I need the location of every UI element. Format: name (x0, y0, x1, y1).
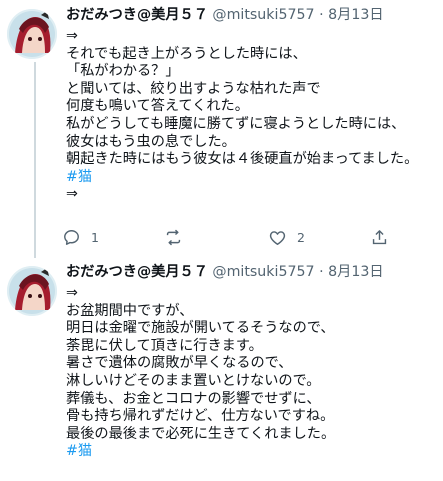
separator-dot: · (319, 7, 324, 23)
display-name[interactable]: おだみつき@美月５７ (66, 7, 208, 23)
tweet-text-line: それでも起き上がろうとした時には、 (66, 45, 307, 62)
tweet-text-line: ⇒ (66, 285, 78, 301)
tweet-date[interactable]: 8月13日 (328, 7, 383, 23)
avatar-image (7, 266, 57, 316)
tweet[interactable]: おだみつき@美月５７ @mitsuki5757 · 8月13日 ⇒ それでも起き… (0, 0, 443, 252)
reply-count: 1 (91, 229, 99, 245)
tweet-text-line: お盆期間中ですが、 (66, 302, 194, 319)
tweet-text-line: 「私がわかる？」 (66, 63, 180, 80)
reply-icon (64, 229, 79, 245)
retweet-icon (166, 229, 181, 245)
tweet-text: ⇒ それでも起き上がろうとした時には、 「私がわかる？」 と聞いては、絞り出すよ… (66, 28, 442, 204)
retweet-button[interactable] (164, 225, 193, 249)
avatar-image (7, 9, 57, 59)
tweet-text-line: 暑さで遺体の腐敗が早くなるので、 (66, 355, 293, 372)
tweet-text-line: 彼女はもう虫の息でした。 (66, 133, 236, 150)
tweet[interactable]: おだみつき@美月５７ @mitsuki5757 · 8月13日 ⇒ お盆期間中で… (0, 258, 443, 481)
tweet-text-line: 朝起きた時にはもう彼女は４後硬直が始まってました。 (66, 151, 419, 168)
tweet-text: ⇒ お盆期間中ですが、 明日は金曜で施設が開いてるそうなので、 荼毘に伏して頂き… (66, 285, 442, 461)
tweet-text-line: 何度も鳴いて答えてくれた。 (66, 98, 249, 115)
tweet-header: おだみつき@美月５７ @mitsuki5757 · 8月13日 (66, 262, 384, 282)
tweet-text-line: 最後の最後まで必死に生きてくれました。 (66, 425, 336, 442)
user-handle[interactable]: @mitsuki5757 (212, 264, 314, 280)
tweet-text-line: 淋しいけどそのまま置いとけないので。 (66, 372, 321, 389)
tweet-text-line: ⇒ (66, 186, 78, 203)
tweet-text-line: 荼毘に伏して頂きに行きます。 (66, 337, 263, 354)
display-name[interactable]: おだみつき@美月５７ (66, 264, 208, 280)
separator-dot: · (319, 264, 324, 280)
share-button[interactable] (370, 225, 389, 249)
like-icon (269, 230, 286, 245)
tweet-text-line: 私がどうしても睡魔に勝てずに寝ようとした時には、 (66, 115, 406, 132)
like-button[interactable]: 2 (268, 225, 305, 249)
tweet-text-line: 明日は金曜で施設が開いてるそうなので、 (66, 320, 335, 337)
reply-button[interactable]: 1 (62, 225, 99, 249)
tweet-text-line: と聞いては、絞り出すような枯れた声で (66, 80, 321, 97)
tweet-text-line: 葬儀も、お金とコロナの影響でせずに、 (66, 390, 321, 407)
user-handle[interactable]: @mitsuki5757 (212, 7, 314, 23)
like-count: 2 (297, 229, 305, 245)
tweet-actions: 1 2 (62, 225, 402, 249)
tweet-date[interactable]: 8月13日 (328, 264, 383, 280)
tweet-text-line: 骨も持ち帰れずだけど、仕方ないですね。 (66, 408, 335, 425)
avatar[interactable] (7, 9, 57, 59)
share-icon (372, 229, 387, 244)
hashtag-link[interactable]: #猫 (66, 169, 442, 187)
tweet-text-line: ⇒ (66, 28, 78, 44)
tweet-header: おだみつき@美月５７ @mitsuki5757 · 8月13日 (66, 5, 384, 25)
hashtag-link[interactable]: #猫 (66, 443, 442, 461)
avatar[interactable] (7, 266, 57, 316)
